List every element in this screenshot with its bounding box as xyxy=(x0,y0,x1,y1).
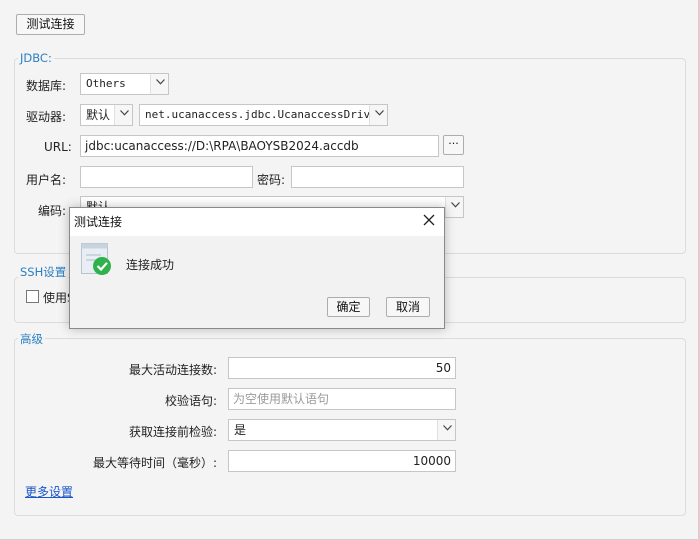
ssh-legend: SSH设置 xyxy=(18,264,69,280)
database-label: 数据库: xyxy=(26,79,67,93)
driver-class-value: net.ucanaccess.jdbc.UcanaccessDriver xyxy=(145,108,384,121)
username-label: 用户名: xyxy=(26,173,67,187)
max-active-input[interactable]: 50 xyxy=(228,357,456,379)
username-input[interactable] xyxy=(80,166,253,188)
validation-query-label: 校验语句: xyxy=(164,394,217,408)
use-ssh-checkbox[interactable] xyxy=(26,290,39,303)
chevron-down-icon xyxy=(437,420,455,440)
max-wait-label: 最大等待时间（毫秒）: xyxy=(92,456,217,470)
database-select[interactable]: Others xyxy=(80,73,169,95)
driver-class-select[interactable]: net.ucanaccess.jdbc.UcanaccessDriver xyxy=(139,104,388,126)
driver-label: 驱动器: xyxy=(26,110,67,124)
close-icon[interactable] xyxy=(422,213,436,227)
more-settings-link[interactable]: 更多设置 xyxy=(25,483,73,500)
driver-mode-select[interactable]: 默认 xyxy=(80,104,133,126)
validation-query-input[interactable]: 为空使用默认语句 xyxy=(228,388,456,410)
password-label: 密码: xyxy=(257,173,286,187)
encoding-label: 编码: xyxy=(38,204,67,218)
driver-mode-value: 默认 xyxy=(86,108,111,122)
dialog-body: 连接成功 确定 取消 xyxy=(70,236,444,328)
dialog-message: 连接成功 xyxy=(126,258,175,272)
success-check-icon xyxy=(81,243,113,280)
chevron-down-icon xyxy=(369,105,387,125)
password-input[interactable] xyxy=(291,166,464,188)
max-active-label: 最大活动连接数: xyxy=(128,363,217,377)
url-browse-button[interactable]: ··· xyxy=(443,135,464,155)
test-before-select[interactable]: 是 xyxy=(228,419,456,441)
advanced-legend: 高级 xyxy=(18,331,45,347)
test-connection-dialog: 测试连接 连接成功 确定 取消 xyxy=(69,207,445,329)
max-wait-input[interactable]: 10000 xyxy=(228,450,456,472)
ok-button[interactable]: 确定 xyxy=(327,297,370,317)
url-label: URL: xyxy=(44,140,72,154)
database-select-value: Others xyxy=(86,77,126,90)
url-input[interactable]: jdbc:ucanaccess://D:\RPA\BAOYSB2024.accd… xyxy=(80,135,439,157)
chevron-down-icon xyxy=(150,74,168,94)
chevron-down-icon xyxy=(445,197,463,217)
test-before-label: 获取连接前检验: xyxy=(128,425,217,439)
jdbc-legend: JDBC: xyxy=(18,51,54,65)
test-connection-button[interactable]: 测试连接 xyxy=(16,14,85,35)
cancel-button[interactable]: 取消 xyxy=(386,297,430,317)
test-before-value: 是 xyxy=(234,423,247,437)
chevron-down-icon xyxy=(114,105,132,125)
dialog-titlebar: 测试连接 xyxy=(70,208,444,236)
dialog-title: 测试连接 xyxy=(74,215,123,229)
